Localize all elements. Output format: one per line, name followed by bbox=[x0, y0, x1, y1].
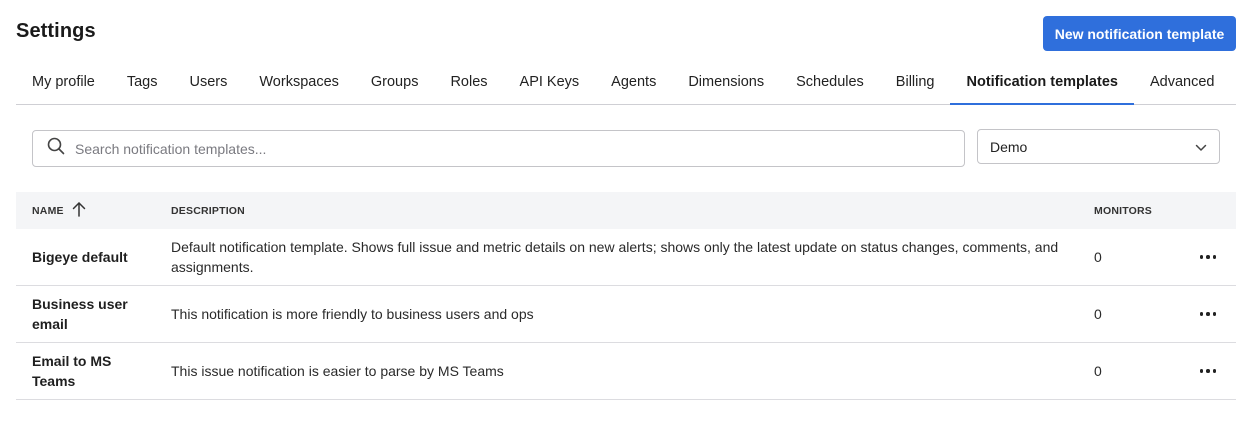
new-notification-template-button[interactable]: New notification template bbox=[1043, 16, 1236, 51]
monitors-count: 0 bbox=[1094, 249, 1102, 265]
tab-dimensions[interactable]: Dimensions bbox=[672, 60, 780, 104]
name-column-header[interactable]: NAME bbox=[32, 201, 86, 220]
tab-schedules[interactable]: Schedules bbox=[780, 60, 880, 104]
template-description: Default notification template. Shows ful… bbox=[171, 239, 1059, 275]
template-name[interactable]: Email to MS Teams bbox=[32, 351, 152, 391]
tab-workspaces[interactable]: Workspaces bbox=[243, 60, 355, 104]
arrow-up-icon bbox=[72, 201, 86, 220]
search-input[interactable] bbox=[75, 133, 935, 164]
template-name[interactable]: Bigeye default bbox=[32, 247, 152, 267]
chevron-down-icon bbox=[1195, 139, 1207, 155]
template-description: This notification is more friendly to bu… bbox=[171, 306, 534, 322]
tab-roles[interactable]: Roles bbox=[434, 60, 503, 104]
template-description: This issue notification is easier to par… bbox=[171, 363, 504, 379]
search-box bbox=[32, 130, 965, 167]
settings-page: Settings New notification template My pr… bbox=[0, 0, 1252, 433]
tab-notification-templates[interactable]: Notification templates bbox=[950, 60, 1135, 105]
monitors-count: 0 bbox=[1094, 306, 1102, 322]
tab-api-keys[interactable]: API Keys bbox=[504, 60, 596, 104]
workspace-select-value: Demo bbox=[990, 138, 1028, 155]
page-title: Settings bbox=[16, 20, 96, 42]
name-column-label: NAME bbox=[32, 204, 64, 217]
search-icon bbox=[47, 137, 65, 160]
workspace-select[interactable]: Demo bbox=[977, 129, 1220, 164]
more-horizontal-icon[interactable] bbox=[1198, 247, 1218, 267]
more-horizontal-icon[interactable] bbox=[1198, 304, 1218, 324]
more-horizontal-icon[interactable] bbox=[1198, 361, 1218, 381]
monitors-column-header[interactable]: MONITORS bbox=[1094, 205, 1152, 217]
table-row[interactable]: Email to MS Teams This issue notificatio… bbox=[16, 343, 1236, 400]
tab-advanced[interactable]: Advanced bbox=[1134, 60, 1231, 104]
table-header: NAME DESCRIPTION MONITORS bbox=[16, 192, 1236, 229]
table-row[interactable]: Business user email This notification is… bbox=[16, 286, 1236, 343]
notification-templates-table: NAME DESCRIPTION MONITORS Bigeye default… bbox=[16, 192, 1236, 400]
tab-my-profile[interactable]: My profile bbox=[16, 60, 111, 104]
settings-tabs: My profile Tags Users Workspaces Groups … bbox=[16, 60, 1236, 105]
table-row[interactable]: Bigeye default Default notification temp… bbox=[16, 229, 1236, 286]
tab-agents[interactable]: Agents bbox=[595, 60, 672, 104]
template-name[interactable]: Business user email bbox=[32, 294, 152, 334]
description-column-header: DESCRIPTION bbox=[171, 204, 245, 217]
tab-billing[interactable]: Billing bbox=[880, 60, 951, 104]
monitors-count: 0 bbox=[1094, 363, 1102, 379]
tab-groups[interactable]: Groups bbox=[355, 60, 435, 104]
tab-tags[interactable]: Tags bbox=[111, 60, 174, 104]
tab-users[interactable]: Users bbox=[174, 60, 244, 104]
